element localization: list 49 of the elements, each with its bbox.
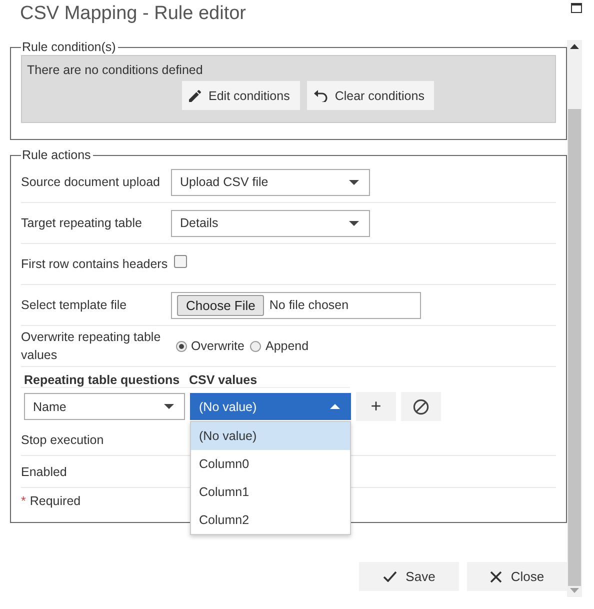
save-button[interactable]: Save [359,562,459,591]
caret-icon [330,404,340,409]
checkbox[interactable] [174,254,187,268]
csv-dropdown[interactable]: (No value) [190,393,351,420]
check-icon [382,571,397,582]
pencil-icon [188,88,202,102]
question-dropdown[interactable]: Name [24,393,185,420]
caret-icon [349,180,359,184]
dropdown-option[interactable]: Column0 [191,450,350,478]
field-label: Stop execution [21,432,104,446]
dropdown-field[interactable]: Details [171,210,370,236]
undo-icon [312,90,328,102]
close-button[interactable]: Close [467,562,567,591]
close-icon [490,570,502,582]
dropdown-field[interactable]: Upload CSV file [171,168,370,196]
radio-button[interactable] [250,340,262,352]
radio-button[interactable] [176,340,187,352]
field-label: Overwrite repeating table values [21,329,162,364]
required-note: Required [30,494,81,508]
scroll-up-icon[interactable] [570,44,579,49]
dropdown-option[interactable]: (No value) [191,422,350,450]
file-status: No file chosen [269,298,349,312]
actions-legend: Rule actions [21,148,93,162]
field-label: Select template file [21,298,128,312]
conditions-message: There are no conditions defined [27,63,204,77]
column-header: CSV values [189,373,350,388]
column-header: Repeating table questions [21,373,189,388]
dropdown-option[interactable]: Column2 [191,506,350,534]
required-mark: * [21,494,26,508]
caret-icon [164,404,174,409]
conditions-legend: Rule condition(s) [21,40,118,54]
maximize-icon[interactable] [571,3,582,13]
scrollbar[interactable] [567,40,582,597]
field-label: Target repeating table [21,216,143,230]
add-button[interactable]: + [356,392,396,421]
file-field[interactable]: Choose File No file chosen [171,292,421,318]
radio-label: Append [265,339,309,353]
edit-conditions-button[interactable]: Edit conditions [182,81,300,110]
caret-icon [349,220,359,226]
choose-file-button[interactable]: Choose File [177,294,264,316]
clear-conditions-button[interactable]: Clear conditions [306,81,434,110]
radio-label: Overwrite [191,339,244,353]
remove-button[interactable] [401,392,441,421]
field-label: Source document upload [21,175,161,189]
prohibited-icon [413,398,429,414]
window-title: CSV Mapping - Rule editor [20,3,246,25]
field-label: Enabled [21,464,67,478]
dropdown-option[interactable]: Column1 [191,478,350,506]
field-label: First row contains headers [21,257,169,271]
